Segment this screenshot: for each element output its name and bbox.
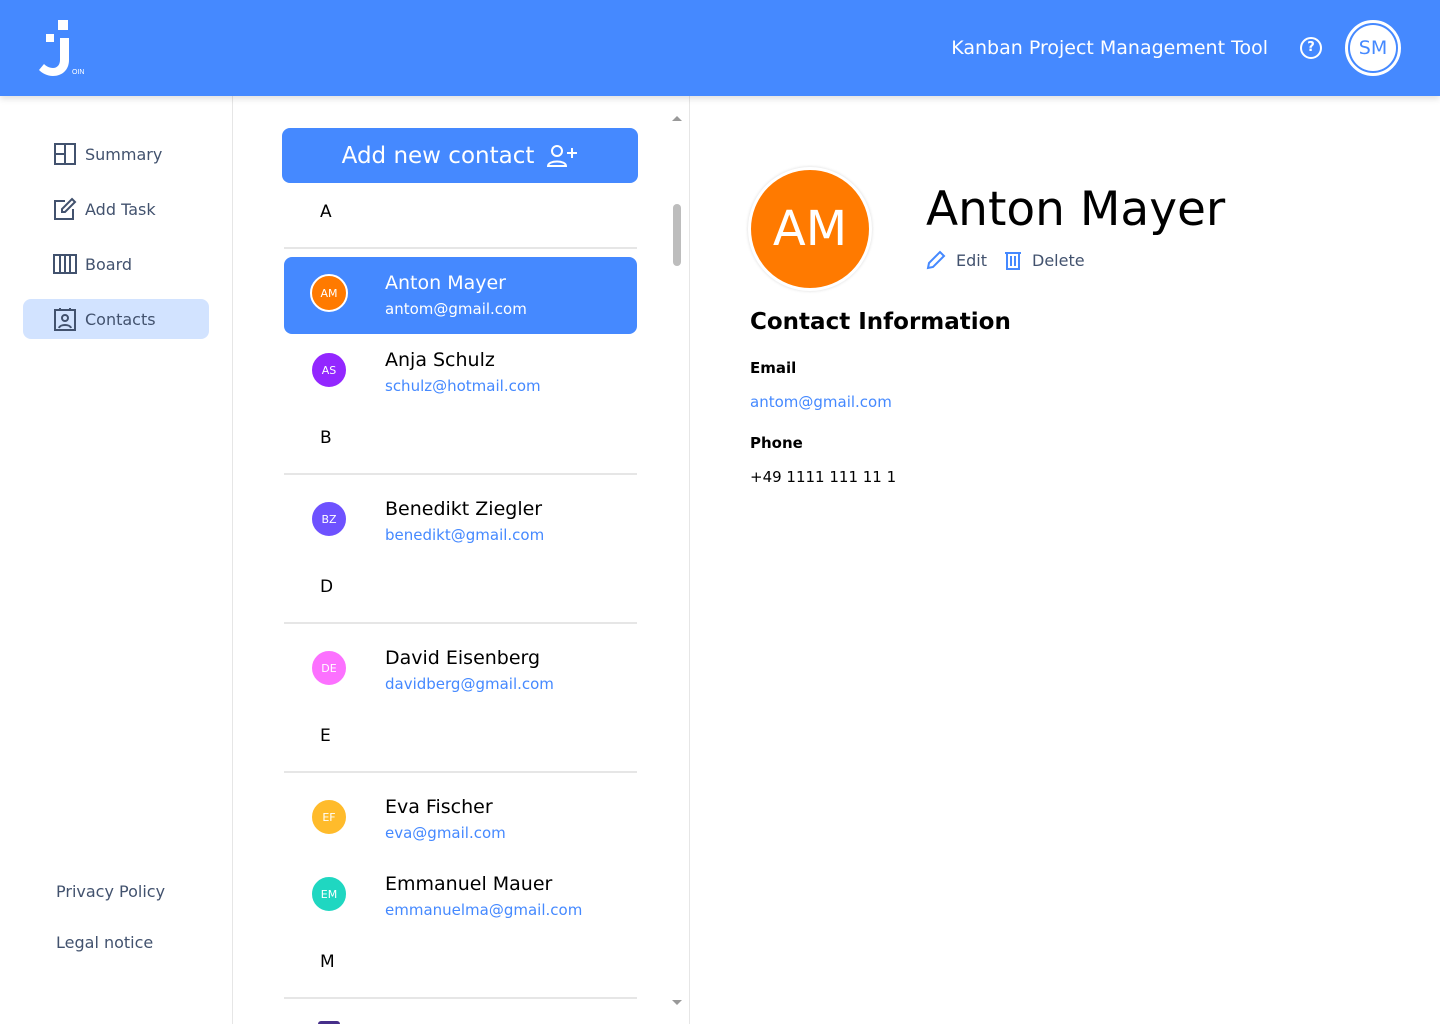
- contact-list-item[interactable]: EM Emmanuel Mauer emmanuelma@gmail.com: [284, 858, 637, 935]
- contact-groups: A AM Anton Mayer antom@gmail.com AS Anja Sch…: [284, 185, 637, 1024]
- contact-name: Eva Fischer: [385, 796, 493, 818]
- privacy-policy-link[interactable]: Privacy Policy: [56, 882, 165, 901]
- edit-button[interactable]: Edit: [926, 250, 987, 270]
- board-icon: [53, 254, 77, 274]
- contact-email: davidberg@gmail.com: [385, 675, 554, 693]
- contacts-icon: [54, 308, 76, 331]
- sidebar-item-add-task[interactable]: Add Task: [23, 189, 209, 229]
- sidebar-item-contacts[interactable]: Contacts: [23, 299, 209, 339]
- contact-email: antom@gmail.com: [385, 300, 527, 318]
- app-title: Kanban Project Management Tool: [951, 37, 1268, 59]
- contact-name: Anja Schulz: [385, 349, 495, 371]
- svg-text:OIN: OIN: [72, 69, 84, 76]
- summary-icon: [54, 143, 76, 165]
- contact-name: Anton Mayer: [385, 272, 506, 294]
- contact-list: A AM Anton Mayer antom@gmail.com AS Anja Sch…: [233, 96, 690, 1024]
- letter-header: E: [320, 726, 331, 746]
- divider: [284, 771, 637, 773]
- contact-list-item[interactable]: [284, 1007, 637, 1024]
- contact-name: Anton Mayer: [926, 182, 1226, 237]
- contact-avatar: DE: [310, 649, 348, 687]
- sidebar-item-summary[interactable]: Summary: [23, 134, 209, 174]
- contact-info-heading: Contact Information: [750, 309, 1011, 335]
- phone-value: +49 1111 111 11 1: [750, 468, 897, 486]
- user-avatar-button[interactable]: SM: [1345, 20, 1401, 76]
- pencil-icon: [926, 250, 946, 270]
- contact-list-item[interactable]: AM Anton Mayer antom@gmail.com: [284, 257, 637, 334]
- person-add-icon: [547, 144, 578, 167]
- sidebar-item-board[interactable]: Board: [23, 244, 209, 284]
- contact-name: David Eisenberg: [385, 647, 541, 669]
- contact-list-item[interactable]: EF Eva Fischer eva@gmail.com: [284, 781, 637, 858]
- divider: [284, 247, 637, 249]
- edit-label: Edit: [956, 250, 987, 270]
- sidebar-item-label: Add Task: [85, 199, 156, 219]
- contact-name: Benedikt Ziegler: [385, 498, 543, 520]
- legal-notice-link[interactable]: Legal notice: [56, 933, 153, 952]
- contact-avatar: AM: [310, 274, 348, 312]
- contact-email: emmanuelma@gmail.com: [385, 901, 583, 919]
- contact-email: benedikt@gmail.com: [385, 526, 545, 544]
- scroll-up-arrow[interactable]: [672, 116, 682, 121]
- email-link[interactable]: antom@gmail.com: [750, 393, 892, 411]
- help-icon[interactable]: ?: [1300, 37, 1322, 59]
- sidebar-item-label: Contacts: [85, 309, 156, 329]
- sidebar: Summary Add Task Board Contacts Privacy …: [0, 96, 233, 1024]
- letter-header: A: [320, 202, 332, 222]
- sidebar-item-label: Summary: [85, 144, 163, 164]
- contact-avatar: BZ: [310, 500, 348, 538]
- contact-avatar: EM: [310, 875, 348, 913]
- user-initials: SM: [1350, 25, 1396, 71]
- letter-header: D: [320, 577, 334, 597]
- divider: [284, 997, 637, 999]
- delete-button[interactable]: Delete: [1004, 250, 1085, 270]
- contact-list-item[interactable]: AS Anja Schulz schulz@hotmail.com: [284, 334, 637, 411]
- contact-email: schulz@hotmail.com: [385, 377, 541, 395]
- contact-avatar: AS: [310, 351, 348, 389]
- letter-header: M: [320, 952, 335, 972]
- scrollbar-thumb[interactable]: [673, 204, 681, 266]
- edit-square-icon: [54, 197, 77, 220]
- add-contact-label: Add new contact: [341, 142, 535, 169]
- contact-detail: AM Anton Mayer Edit Delete Contact Infor…: [690, 96, 1440, 1024]
- add-new-contact-button[interactable]: Add new contact: [282, 128, 638, 183]
- trash-icon: [1005, 252, 1021, 270]
- divider: [284, 473, 637, 475]
- contact-avatar-large: AM: [748, 167, 872, 291]
- phone-label: Phone: [750, 434, 803, 452]
- join-logo[interactable]: OIN: [38, 20, 90, 78]
- contact-avatar: EF: [310, 798, 348, 836]
- delete-label: Delete: [1032, 250, 1085, 270]
- contact-list-item[interactable]: BZ Benedikt Ziegler benedikt@gmail.com: [284, 483, 637, 560]
- letter-header: B: [320, 428, 332, 448]
- scroll-down-arrow[interactable]: [672, 1000, 682, 1005]
- divider: [284, 622, 637, 624]
- email-label: Email: [750, 359, 797, 377]
- contact-list-item[interactable]: DE David Eisenberg davidberg@gmail.com: [284, 632, 637, 709]
- sidebar-item-label: Board: [85, 254, 133, 274]
- app-header: OIN Kanban Project Management Tool ? SM: [0, 0, 1440, 96]
- contact-email: eva@gmail.com: [385, 824, 506, 842]
- contact-name: Emmanuel Mauer: [385, 873, 553, 895]
